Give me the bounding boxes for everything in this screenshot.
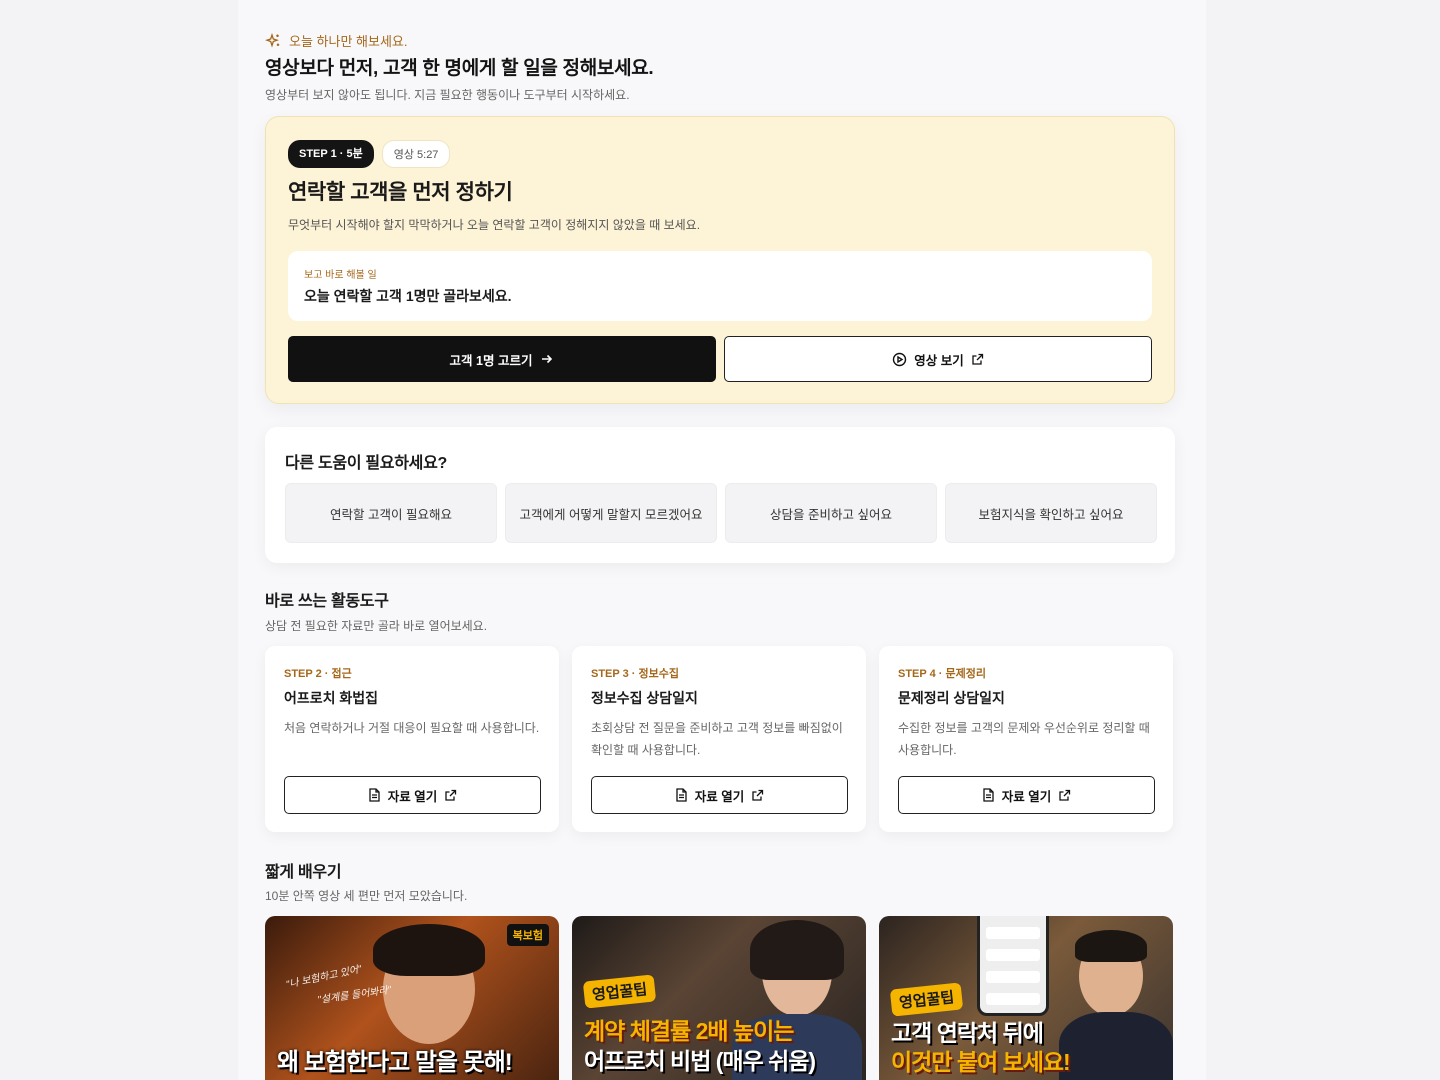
contact-row: [986, 949, 1040, 961]
tool-step: STEP 4 · 문제정리: [898, 668, 986, 680]
step-description: 무엇부터 시작해야 할지 막막하거나 오늘 연락할 고객이 정해지지 않았을 때…: [288, 218, 701, 232]
video-thumbnail[interactable]: 복보험 "나 보험하고 있어" "설계를 들어봐라" 왜 보험한다고 말을 못해…: [265, 916, 559, 1080]
videos-section-subtitle: 10분 안쪽 영상 세 편만 먼저 모았습니다.: [265, 889, 468, 903]
help-option-what-to-say[interactable]: 고객에게 어떻게 말할지 모르겠어요: [505, 483, 717, 543]
step-title: 연락할 고객을 먼저 정하기: [288, 181, 513, 204]
watch-video-label: 영상 보기: [914, 353, 964, 368]
contact-row: [986, 927, 1040, 939]
video-thumbnail[interactable]: 영업꿀팁 계약 체결률 2배 높이는 어프로치 비법 (매우 쉬움): [572, 916, 866, 1080]
document-icon: [675, 788, 688, 802]
tool-card: STEP 2 · 접근 어프로치 화법집 처음 연락하거나 거절 대응이 필요할…: [265, 646, 559, 832]
external-link-icon: [971, 353, 984, 366]
tool-card: STEP 4 · 문제정리 문제정리 상담일지 수집한 정보를 고객의 문제와 …: [879, 646, 1173, 832]
tool-name: 정보수집 상담일지: [591, 690, 698, 706]
open-material-button[interactable]: 자료 열기: [284, 776, 541, 814]
help-options: 연락할 고객이 필요해요 고객에게 어떻게 말할지 모르겠어요 상담을 준비하고…: [285, 483, 1157, 543]
video-grid: 복보험 "나 보험하고 있어" "설계를 들어봐라" 왜 보험한다고 말을 못해…: [265, 916, 1173, 1080]
tool-name: 어프로치 화법집: [284, 690, 379, 706]
play-circle-icon: [892, 352, 907, 367]
phone-image: [977, 916, 1049, 1016]
page-subtitle: 영상부터 보지 않아도 됩니다. 지금 필요한 행동이나 도구부터 시작하세요.: [265, 88, 630, 102]
tool-name: 문제정리 상담일지: [898, 690, 1005, 706]
video-tag: 영업꿀팁: [889, 982, 964, 1017]
video-caption: 계약 체결률 2배 높이는: [584, 1018, 794, 1044]
help-option-insurance-knowledge[interactable]: 보험지식을 확인하고 싶어요: [945, 483, 1157, 543]
help-card: 다른 도움이 필요하세요? 연락할 고객이 필요해요 고객에게 어떻게 말할지 …: [265, 427, 1175, 563]
video-tag: 영업꿀팁: [582, 974, 657, 1009]
external-link-icon: [444, 789, 457, 802]
arrow-right-icon: [540, 352, 554, 366]
external-link-icon: [1058, 789, 1071, 802]
tool-description: 초회상담 전 질문을 준비하고 고객 정보를 빠짐없이 확인할 때 사용합니다.: [591, 721, 843, 757]
open-material-button[interactable]: 자료 열기: [898, 776, 1155, 814]
open-material-label: 자료 열기: [694, 789, 745, 804]
todo-label: 보고 바로 해볼 일: [304, 270, 377, 281]
step-chips: STEP 1 · 5분 영상 5:27: [288, 140, 451, 168]
open-material-label: 자료 열기: [387, 789, 438, 804]
channel-logo: 복보험: [506, 924, 549, 946]
presenter-hair: [373, 924, 485, 976]
contact-row: [986, 993, 1040, 1005]
todo-box: 보고 바로 해볼 일 오늘 연락할 고객 1명만 골라보세요.: [288, 251, 1152, 321]
pick-customer-button[interactable]: 고객 1명 고르기: [288, 336, 716, 382]
page-title: 영상보다 먼저, 고객 한 명에게 할 일을 정해보세요.: [265, 58, 654, 79]
presenter-suit: [1059, 1012, 1173, 1080]
help-option-need-customer[interactable]: 연락할 고객이 필요해요: [285, 483, 497, 543]
tools-section-subtitle: 상담 전 필요한 자료만 골라 바로 열어보세요.: [265, 619, 488, 633]
videos-section-title: 짧게 배우기: [265, 864, 342, 881]
tool-step: STEP 2 · 접근: [284, 668, 352, 680]
presenter-hair: [750, 920, 844, 980]
pick-customer-label: 고객 1명 고르기: [449, 353, 533, 368]
video-duration-badge: 영상 5:27: [381, 140, 451, 168]
step-badge: STEP 1 · 5분: [288, 140, 374, 168]
handwritten-note: "설계를 들어봐라": [316, 984, 392, 1007]
todo-text: 오늘 연락할 고객 1명만 골라보세요.: [304, 288, 512, 304]
tool-grid: STEP 2 · 접근 어프로치 화법집 처음 연락하거나 거절 대응이 필요할…: [265, 646, 1173, 832]
tools-section-title: 바로 쓰는 활동도구: [265, 593, 389, 610]
open-material-label: 자료 열기: [1001, 789, 1052, 804]
hero-eyebrow-text: 오늘 하나만 해보세요.: [289, 34, 408, 49]
watch-video-button[interactable]: 영상 보기: [724, 336, 1152, 382]
help-option-prepare-consult[interactable]: 상담을 준비하고 싶어요: [725, 483, 937, 543]
step-card: STEP 1 · 5분 영상 5:27 연락할 고객을 먼저 정하기 무엇부터 …: [265, 116, 1175, 404]
hero-eyebrow: 오늘 하나만 해보세요.: [265, 31, 407, 50]
contact-row: [986, 971, 1040, 983]
video-caption: 어프로치 비법 (매우 쉬움): [584, 1048, 816, 1074]
presenter-hair: [1075, 930, 1147, 962]
external-link-icon: [751, 789, 764, 802]
tool-description: 수집한 정보를 고객의 문제와 우선순위로 정리할 때 사용합니다.: [898, 721, 1150, 757]
video-caption: 이것만 붙여 보세요!: [891, 1049, 1071, 1075]
document-icon: [368, 788, 381, 802]
open-material-button[interactable]: 자료 열기: [591, 776, 848, 814]
help-title: 다른 도움이 필요하세요?: [285, 455, 447, 472]
sparkle-icon: [265, 32, 281, 49]
video-caption: 왜 보험한다고 말을 못해!: [277, 1049, 513, 1076]
tool-card: STEP 3 · 정보수집 정보수집 상담일지 초회상담 전 질문을 준비하고 …: [572, 646, 866, 832]
tool-step: STEP 3 · 정보수집: [591, 668, 679, 680]
tool-description: 처음 연락하거나 거절 대응이 필요할 때 사용합니다.: [284, 721, 540, 735]
video-thumbnail[interactable]: 영업꿀팁 고객 연락처 뒤에 이것만 붙여 보세요!: [879, 916, 1173, 1080]
document-icon: [982, 788, 995, 802]
